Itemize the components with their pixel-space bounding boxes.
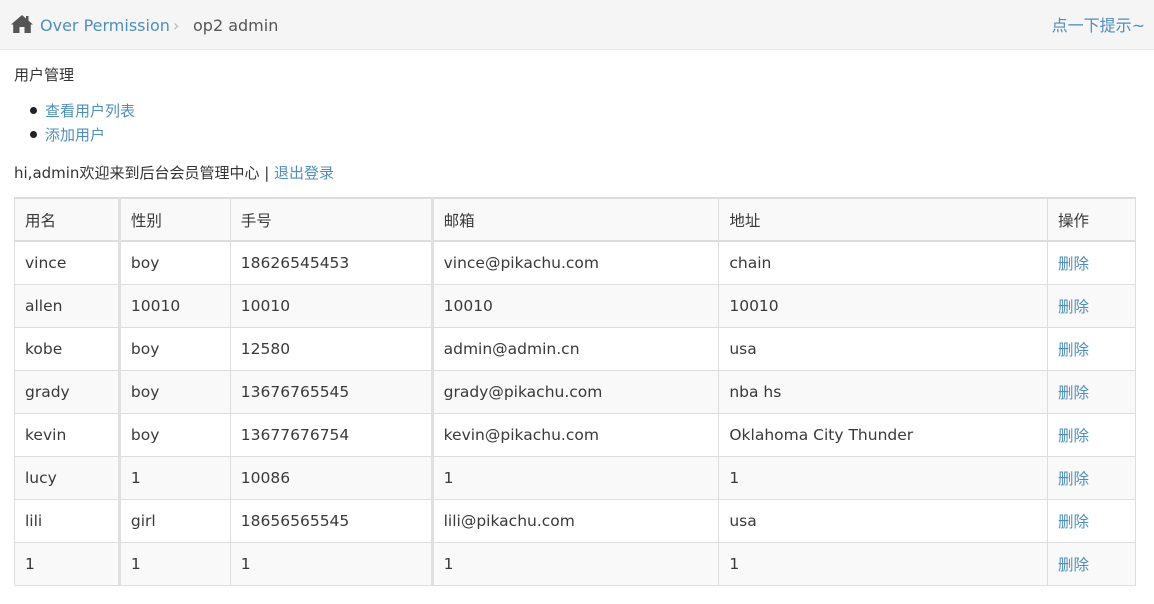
address-cell: 1 (718, 541, 1049, 586)
email-cell: 1 (431, 541, 720, 586)
address-cell: nba hs (718, 369, 1049, 414)
email-cell: vince@pikachu.com (431, 240, 720, 285)
table-row: allen 10010 10010 10010 10010 删除 (14, 283, 1136, 328)
username-cell: kobe (14, 326, 121, 371)
action-cell: 删除 (1047, 240, 1136, 285)
action-cell: 删除 (1047, 412, 1136, 457)
table-header-row: 用名 性别 手号 邮箱 地址 操作 (14, 197, 1136, 242)
user-menu: 查看用户列表 添加用户 (0, 100, 135, 148)
phone-cell: 13677676754 (229, 412, 434, 457)
action-cell: 删除 (1047, 541, 1136, 586)
gender-cell: boy (118, 412, 231, 457)
delete-link[interactable]: 删除 (1058, 255, 1089, 273)
add-user-link[interactable]: 添加用户 (45, 126, 105, 144)
delete-link[interactable]: 删除 (1058, 470, 1089, 488)
delete-link[interactable]: 删除 (1058, 556, 1089, 574)
home-icon[interactable] (10, 14, 34, 34)
menu-item-user-list: 查看用户列表 (0, 100, 135, 124)
username-cell: vince (14, 240, 121, 285)
username-cell: lili (14, 498, 121, 543)
column-header-phone: 手号 (229, 197, 434, 242)
welcome-text: hi,admin欢迎来到后台会员管理中心 | (14, 164, 275, 182)
username-cell: 1 (14, 541, 121, 586)
bullet-icon (30, 131, 37, 138)
welcome-line: hi,admin欢迎来到后台会员管理中心 | 退出登录 (14, 162, 334, 184)
table-row: grady boy 13676765545 grady@pikachu.com nba … (14, 369, 1136, 414)
table-row: kevin boy 13677676754 kevin@pikachu.com Okla… (14, 412, 1136, 457)
gender-cell: girl (118, 498, 231, 543)
gender-cell: boy (118, 326, 231, 371)
section-title: 用户管理 (14, 66, 75, 84)
breadcrumb-parent-link[interactable]: Over Permission (40, 16, 170, 36)
menu-item-add-user: 添加用户 (0, 124, 135, 148)
user-table: 用名 性别 手号 邮箱 地址 操作 vince boy 18626545453 vin… (14, 197, 1136, 586)
view-user-list-link[interactable]: 查看用户列表 (45, 102, 135, 120)
action-cell: 删除 (1047, 498, 1136, 543)
email-cell: admin@admin.cn (431, 326, 720, 371)
delete-link[interactable]: 删除 (1058, 427, 1089, 445)
address-cell: 10010 (718, 283, 1049, 328)
logout-link[interactable]: 退出登录 (274, 164, 334, 182)
hint-link[interactable]: 点一下提示~ (1052, 16, 1145, 36)
gender-cell: 10010 (118, 283, 231, 328)
gender-cell: 1 (118, 455, 231, 500)
column-header-username: 用名 (14, 197, 121, 242)
table-row: lucy 1 10086 1 1 删除 (14, 455, 1136, 500)
address-cell: Oklahoma City Thunder (718, 412, 1049, 457)
username-cell: kevin (14, 412, 121, 457)
address-cell: 1 (718, 455, 1049, 500)
phone-cell: 18626545453 (229, 240, 434, 285)
email-cell: 1 (431, 455, 720, 500)
column-header-action: 操作 (1047, 197, 1136, 242)
address-cell: usa (718, 326, 1049, 371)
phone-cell: 1 (229, 541, 434, 586)
delete-link[interactable]: 删除 (1058, 341, 1089, 359)
email-cell: lili@pikachu.com (431, 498, 720, 543)
phone-cell: 12580 (229, 326, 434, 371)
gender-cell: boy (118, 369, 231, 414)
table-row: kobe boy 12580 admin@admin.cn usa 删除 (14, 326, 1136, 371)
table-row: lili girl 18656565545 lili@pikachu.com usa 删除 (14, 498, 1136, 543)
username-cell: allen (14, 283, 121, 328)
table-row: vince boy 18626545453 vince@pikachu.com chai… (14, 240, 1136, 285)
phone-cell: 10086 (229, 455, 434, 500)
username-cell: grady (14, 369, 121, 414)
username-cell: lucy (14, 455, 121, 500)
action-cell: 删除 (1047, 326, 1136, 371)
action-cell: 删除 (1047, 369, 1136, 414)
phone-cell: 13676765545 (229, 369, 434, 414)
chevron-right-icon: › (173, 16, 180, 35)
address-cell: chain (718, 240, 1049, 285)
delete-link[interactable]: 删除 (1058, 513, 1089, 531)
gender-cell: boy (118, 240, 231, 285)
column-header-address: 地址 (718, 197, 1049, 242)
column-header-gender: 性别 (118, 197, 231, 242)
phone-cell: 10010 (229, 283, 434, 328)
gender-cell: 1 (118, 541, 231, 586)
delete-link[interactable]: 删除 (1058, 298, 1089, 316)
address-cell: usa (718, 498, 1049, 543)
email-cell: 10010 (431, 283, 720, 328)
email-cell: kevin@pikachu.com (431, 412, 720, 457)
action-cell: 删除 (1047, 283, 1136, 328)
column-header-email: 邮箱 (431, 197, 720, 242)
breadcrumb-current: op2 admin (193, 16, 279, 35)
email-cell: grady@pikachu.com (431, 369, 720, 414)
table-row: 1 1 1 1 1 删除 (14, 541, 1136, 586)
action-cell: 删除 (1047, 455, 1136, 500)
phone-cell: 18656565545 (229, 498, 434, 543)
bullet-icon (30, 107, 37, 114)
breadcrumb-bar: Over Permission › op2 admin 点一下提示~ (0, 0, 1154, 50)
delete-link[interactable]: 删除 (1058, 384, 1089, 402)
